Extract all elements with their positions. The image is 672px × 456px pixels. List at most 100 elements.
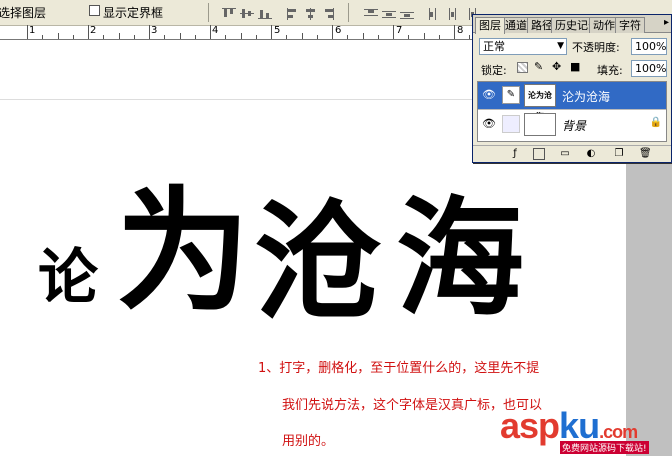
ruler-tick — [119, 33, 120, 39]
note-line-3: 用别的。 — [282, 434, 335, 449]
ruler-tick — [149, 25, 150, 39]
watermark-asp: asp — [500, 405, 560, 446]
panel-tabs: 图层 通道 路径 历史记录 动作 字符 ▸ — [473, 15, 671, 34]
tab-layers[interactable]: 图层 — [475, 17, 505, 34]
eye-icon[interactable]: 👁 — [481, 117, 497, 131]
ruler-tick — [469, 35, 470, 39]
ruler-tick — [88, 25, 89, 39]
layers-panel: 图层 通道 路径 历史记录 动作 字符 ▸ 正常 ▼ 不透明度: 100% 锁定:… — [472, 14, 672, 163]
ruler-tick — [241, 33, 242, 39]
opacity-input[interactable]: 100% — [631, 38, 667, 55]
layer-thumbnail — [524, 113, 556, 136]
ruler-tick — [332, 25, 333, 39]
new-layer-icon[interactable]: ❐ — [613, 148, 625, 160]
auto-select-label[interactable]: 选择图层 — [0, 4, 46, 21]
align-left-icon[interactable] — [284, 6, 300, 20]
show-bounds-checkbox[interactable] — [89, 5, 100, 16]
new-group-icon[interactable]: ▭ — [559, 148, 571, 160]
align-hcenter-icon[interactable] — [302, 6, 318, 20]
ruler-tick — [103, 35, 104, 39]
lock-label: 锁定: — [481, 64, 507, 77]
ruler-tick — [256, 35, 257, 39]
ruler-label: 1 — [29, 25, 36, 36]
ruler-tick — [424, 33, 425, 39]
link-slot — [502, 115, 520, 133]
ruler-tick — [27, 25, 28, 39]
ruler-label: 2 — [90, 25, 97, 36]
ruler-tick — [42, 35, 43, 39]
distribute-left-icon[interactable] — [426, 6, 442, 20]
ruler-tick — [454, 25, 455, 39]
distribute-vcenter-icon[interactable] — [380, 6, 396, 20]
adjustment-layer-icon[interactable]: ◐ — [585, 148, 597, 160]
ruler-tick — [408, 35, 409, 39]
align-right-icon[interactable] — [320, 6, 336, 20]
ruler-tick — [378, 35, 379, 39]
blend-mode-select[interactable]: 正常 ▼ — [479, 38, 567, 55]
lock-all-icon[interactable]: ■ — [570, 60, 580, 73]
panel-bottom-bar: ƒ ▭ ◐ ❐ 🗑 — [473, 145, 671, 162]
ruler-label: 5 — [274, 25, 281, 36]
fill-input[interactable]: 100% — [631, 60, 667, 77]
note-line-1: 1、打字，删格化，至于位置什么的，这里先不提 — [258, 361, 540, 376]
ruler-tick — [317, 35, 318, 39]
eye-icon[interactable]: 👁 — [481, 88, 497, 102]
blend-mode-value: 正常 — [483, 40, 505, 53]
ruler-tick — [393, 25, 394, 39]
tab-character[interactable]: 字符 — [615, 17, 645, 33]
add-mask-icon[interactable] — [533, 148, 545, 160]
align-vcenter-icon[interactable] — [238, 6, 254, 20]
fill-label: 填充: — [597, 64, 623, 77]
opacity-value: 100% — [635, 40, 667, 53]
panel-menu-icon[interactable]: ▸ — [664, 17, 669, 28]
ruler-tick — [271, 25, 272, 39]
chevron-down-icon: ▼ — [557, 41, 564, 51]
distribute-hcenter-icon[interactable] — [444, 6, 460, 20]
blend-row: 正常 ▼ 不透明度: 100% — [473, 35, 671, 57]
lock-row: 锁定: ✎ ✥ ■ 填充: 100% — [473, 59, 671, 79]
ruler-tick — [302, 33, 303, 39]
trash-icon[interactable]: 🗑 — [639, 148, 652, 160]
ruler-tick — [164, 35, 165, 39]
art-char-lun: 论 — [38, 243, 98, 313]
watermark-logo: aspku.com 免费网站源码下载站! — [500, 405, 672, 456]
layer-row-background[interactable]: 👁 背景 🔒 — [478, 111, 666, 139]
ruler-label: 3 — [151, 25, 158, 36]
distribute-bottom-icon[interactable] — [398, 6, 414, 20]
layer-thumbnail: 沦为沧海 — [524, 84, 556, 121]
ruler-label: 7 — [396, 25, 403, 36]
lock-icon: 🔒 — [649, 117, 662, 128]
align-bottom-icon[interactable] — [256, 6, 272, 20]
ruler-tick — [210, 25, 211, 39]
layer-row-text[interactable]: 👁 ✎ 沦为沧海 沦为沧海 — [478, 82, 666, 121]
separator — [208, 3, 209, 22]
lock-brush-icon[interactable]: ✎ — [534, 60, 543, 73]
ruler-label: 6 — [335, 25, 342, 36]
ruler-label: 8 — [457, 25, 464, 36]
ruler-label: 4 — [212, 25, 219, 36]
show-bounds-label[interactable]: 显示定界框 — [103, 4, 163, 21]
ruler-tick — [73, 35, 74, 39]
align-top-icon[interactable] — [220, 6, 236, 20]
watermark-tagline: 免费网站源码下载站! — [560, 441, 649, 454]
separator — [348, 3, 349, 22]
opacity-label: 不透明度: — [572, 41, 620, 54]
distribute-top-icon[interactable] — [362, 6, 378, 20]
lock-move-icon[interactable]: ✥ — [552, 60, 561, 73]
ruler-tick — [363, 33, 364, 39]
art-char-cang: 沧 — [254, 189, 383, 338]
ruler-tick — [134, 35, 135, 39]
ruler-tick — [195, 35, 196, 39]
layer-name[interactable]: 沦为沧海 — [562, 88, 610, 105]
brush-icon: ✎ — [502, 86, 520, 104]
art-char-wei: 为 — [116, 174, 250, 330]
layer-style-icon[interactable]: ƒ — [509, 148, 521, 160]
watermark-tld: .com — [599, 422, 638, 442]
ruler-tick — [180, 33, 181, 39]
layers-list: 👁 ✎ 沦为沧海 沦为沧海 👁 背景 🔒 — [477, 81, 667, 142]
watermark-ku: ku — [559, 405, 600, 446]
ruler-tick — [286, 35, 287, 39]
lock-transparent-icon[interactable] — [517, 62, 528, 73]
ruler-tick — [347, 35, 348, 39]
layer-name[interactable]: 背景 — [562, 117, 586, 134]
